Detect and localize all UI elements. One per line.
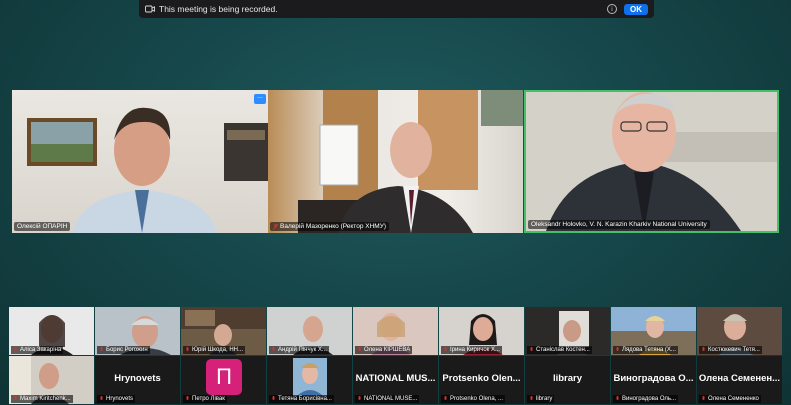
gallery-tile[interactable]: Олена КІРШЕВА xyxy=(353,307,438,355)
participant-name: Олена КІРШЕВА xyxy=(355,346,413,354)
video-feed xyxy=(526,92,777,231)
ok-button[interactable]: OK xyxy=(624,3,648,15)
participant-name: Maxim Kiritchenk... xyxy=(11,395,73,403)
muted-mic-icon xyxy=(616,347,619,351)
participant-name: Андрій Пінчук Х... xyxy=(269,346,329,354)
participant-name: Костюкевич Тетя... xyxy=(699,346,762,354)
gallery-strip: Аліса Закаріна Борис Рогожин Юрій Шкода,… xyxy=(8,307,784,405)
participant-name: library xyxy=(527,395,555,403)
muted-mic-icon xyxy=(530,396,533,400)
participant-display-name: Protsenko Olen... xyxy=(442,373,521,384)
gallery-tile[interactable]: Юрій Шкода, НН... xyxy=(181,307,266,355)
muted-mic-icon xyxy=(444,396,447,400)
gallery-tile[interactable]: Костюкевич Тетя... xyxy=(697,307,782,355)
muted-mic-icon xyxy=(273,223,278,230)
gallery-tile[interactable]: Андрій Пінчук Х... xyxy=(267,307,352,355)
participant-name: Тетяна Борисівна... xyxy=(269,395,334,403)
participant-display-name: Виноградова О... xyxy=(613,373,694,384)
gallery-tile-no-video[interactable]: library library xyxy=(525,356,610,404)
gallery-tile-no-video[interactable]: Виноградова О... Виноградова Оль... xyxy=(611,356,696,404)
video-tile-speaker-3-active[interactable]: Oleksandr Holovko, V. N. Karazin Kharkiv… xyxy=(524,90,779,233)
muted-mic-icon xyxy=(702,396,705,400)
participant-name: Юрій Шкода, НН... xyxy=(183,346,245,354)
participant-name: Ірина Киричок Х... xyxy=(441,346,502,354)
participant-display-name: NATIONAL MUS... xyxy=(355,373,436,384)
gallery-tile[interactable]: Аліса Закаріна xyxy=(9,307,94,355)
gallery-tile-no-video[interactable]: Олена Семенен... Олена Семененко xyxy=(697,356,782,404)
recording-banner: This meeting is being recorded. i OK xyxy=(139,0,654,18)
gallery-tile-no-video[interactable]: Protsenko Olen... Protsenko Olena, ... xyxy=(439,356,524,404)
speaker-name-label: Олексій ОПАРІН xyxy=(14,222,71,231)
muted-mic-icon xyxy=(444,347,447,351)
gallery-tile-no-video[interactable]: Hrynovets Hrynovets xyxy=(95,356,180,404)
gallery-tile-no-video[interactable]: NATIONAL MUS... NATIONAL MUSE... xyxy=(353,356,438,404)
video-tile-speaker-2[interactable]: Валерій Мазоренко (Ректор ХНМУ) xyxy=(268,90,523,233)
speaker-name-label: Oleksandr Holovko, V. N. Karazin Kharkiv… xyxy=(528,220,710,229)
muted-mic-icon xyxy=(358,347,361,351)
participant-display-name: library xyxy=(552,373,583,384)
muted-mic-icon xyxy=(272,396,275,400)
gallery-tile-avatar[interactable]: Тетяна Борисівна... xyxy=(267,356,352,404)
muted-mic-icon xyxy=(186,396,189,400)
participant-display-name: Hrynovets xyxy=(114,373,161,384)
speaker-name-label: Валерій Мазоренко (Ректор ХНМУ) xyxy=(270,222,389,231)
video-feed xyxy=(27,107,268,233)
participant-name: Лядова Тетяна (Х... xyxy=(613,346,678,354)
gallery-tile[interactable]: Борис Рогожин xyxy=(95,307,180,355)
participant-name: Protsenko Olena, ... xyxy=(441,395,506,403)
muted-mic-icon xyxy=(358,396,361,400)
more-options-button[interactable]: ... xyxy=(254,93,266,104)
video-tile-speaker-1[interactable]: ... Олексій ОПАРІН xyxy=(12,90,268,233)
video-feed xyxy=(298,90,523,233)
participant-name: Виноградова Оль... xyxy=(613,395,679,403)
gallery-tile-avatar[interactable]: П Петро Лівак xyxy=(181,356,266,404)
muted-mic-icon xyxy=(14,396,17,400)
participant-name: Петро Лівак xyxy=(183,395,227,403)
muted-mic-icon xyxy=(100,347,103,351)
participant-display-name: Олена Семенен... xyxy=(698,373,781,384)
gallery-tile[interactable]: Станіслав Костен... xyxy=(525,307,610,355)
participant-name: Олена Семененко xyxy=(699,395,761,403)
muted-mic-icon xyxy=(616,396,619,400)
muted-mic-icon xyxy=(272,347,275,351)
participant-name: Аліса Закаріна xyxy=(11,346,64,354)
avatar: П xyxy=(206,359,242,395)
muted-mic-icon xyxy=(530,347,533,351)
gallery-tile[interactable]: Ірина Киричок Х... xyxy=(439,307,524,355)
participant-name: Hrynovets xyxy=(97,395,136,403)
gallery-tile[interactable]: Лядова Тетяна (Х... xyxy=(611,307,696,355)
participant-name: Станіслав Костен... xyxy=(527,346,592,354)
recording-message: This meeting is being recorded. xyxy=(159,4,278,14)
muted-mic-icon xyxy=(100,396,103,400)
muted-mic-icon xyxy=(14,347,17,351)
muted-mic-icon xyxy=(186,347,189,351)
gallery-tile[interactable]: Maxim Kiritchenk... xyxy=(9,356,94,404)
participant-name: Борис Рогожин xyxy=(97,346,150,354)
muted-mic-icon xyxy=(702,347,705,351)
info-icon[interactable]: i xyxy=(607,4,617,14)
participant-name: NATIONAL MUSE... xyxy=(355,395,420,403)
recording-camera-icon xyxy=(145,5,155,13)
